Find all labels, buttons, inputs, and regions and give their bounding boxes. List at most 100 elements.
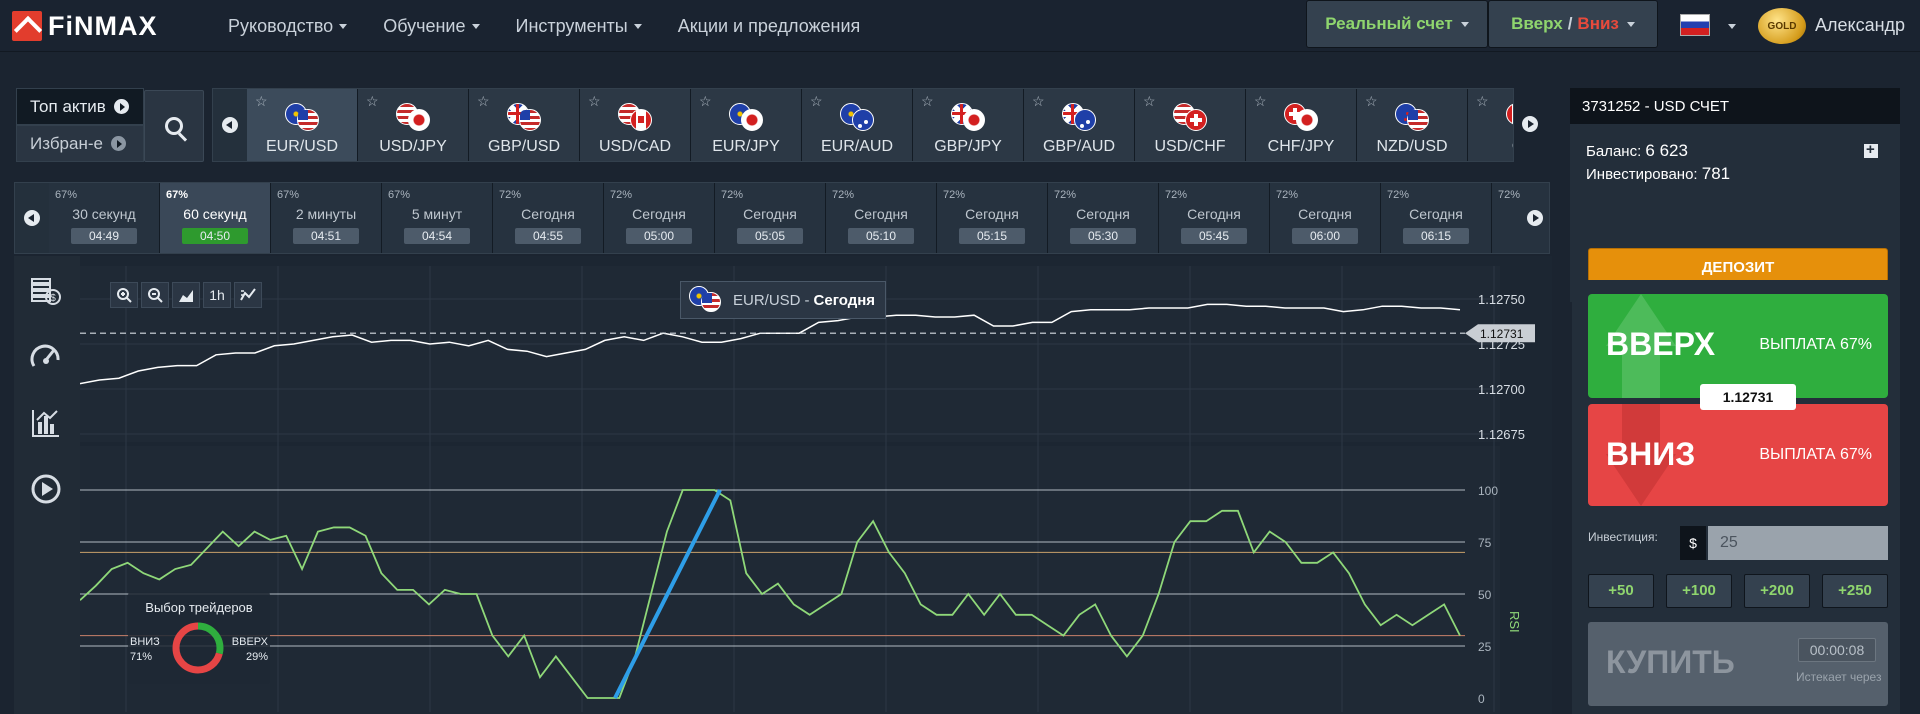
star-icon[interactable]: ☆	[588, 93, 601, 110]
star-icon[interactable]: ☆	[699, 93, 712, 110]
ca-flag-icon	[1506, 103, 1513, 125]
investment-input[interactable]	[1708, 526, 1888, 560]
chart-asset-flags	[689, 286, 727, 314]
star-icon[interactable]: ☆	[366, 93, 379, 110]
zoom-in-button[interactable]	[110, 282, 138, 308]
asset-flags	[618, 103, 658, 131]
quick-amount-button[interactable]: +200	[1744, 574, 1810, 608]
asset-tile[interactable]: ☆ CHF/JPY	[1246, 89, 1357, 161]
expiry-option[interactable]: 67% 60 секунд 04:50	[160, 183, 271, 253]
buy-button[interactable]: КУПИТЬ 00:00:08 Истекает через	[1588, 622, 1888, 706]
asset-tile[interactable]: ☆ CA	[1468, 89, 1513, 161]
asset-tile[interactable]: ☆ EUR/JPY	[691, 89, 802, 161]
asset-tile[interactable]: ☆ NZD/USD	[1357, 89, 1468, 161]
star-icon[interactable]: ☆	[1032, 93, 1045, 110]
asset-tile[interactable]: ☆ GBP/AUD	[1024, 89, 1135, 161]
asset-search-button[interactable]	[144, 90, 204, 162]
star-icon[interactable]: ☆	[477, 93, 490, 110]
quick-amount-button[interactable]: +250	[1822, 574, 1888, 608]
trade-panel: ВВЕРХ ВЫПЛАТА 67% ВНИЗ ВЫПЛАТА 67% 1.127…	[1572, 280, 1900, 714]
asset-label: GBP/AUD	[1042, 138, 1115, 155]
coins-icon[interactable]: $	[29, 274, 63, 308]
scroll-right-icon[interactable]	[1522, 116, 1538, 132]
asset-tile[interactable]: ☆ GBP/USD	[469, 89, 580, 161]
user-name[interactable]: Александр	[1815, 15, 1905, 36]
expiry-payout: 72%	[610, 189, 633, 201]
tab-favorites[interactable]: Избран-е	[16, 125, 144, 162]
tab-top-asset[interactable]: Топ актив	[16, 88, 144, 125]
expiry-option[interactable]: 72% Сегодня 06:15	[1381, 183, 1492, 253]
traders-up-pct: 29%	[245, 651, 268, 663]
au-flag-icon	[1074, 109, 1096, 131]
scroll-right-icon[interactable]	[1527, 210, 1543, 226]
expiry-option[interactable]: 72% Сегодня 06:00	[1270, 183, 1381, 253]
asset-flags	[840, 103, 880, 131]
expiry-option[interactable]: 67% 30 секунд 04:49	[49, 183, 160, 253]
asset-tile[interactable]: ☆ USD/CAD	[580, 89, 691, 161]
nav-item-0[interactable]: Руководство	[228, 16, 348, 37]
asset-tile[interactable]: ☆ USD/CHF	[1135, 89, 1246, 161]
asset-tile[interactable]: ☆ USD/JPY	[358, 89, 469, 161]
expiry-option[interactable]: 72% Сегодня 04:55	[493, 183, 604, 253]
expiry-option[interactable]: 67% 5 минут 04:54	[382, 183, 493, 253]
zoom-out-button[interactable]	[141, 282, 169, 308]
nav-item-label: Акции и предложения	[677, 15, 861, 36]
star-icon[interactable]: ☆	[921, 93, 934, 110]
nav-item-3[interactable]: Акции и предложения	[678, 16, 861, 37]
asset-list: ☆ EUR/USD ☆ USD/JPY ☆ GBP/USD ☆ USD/CAD ☆ EUR/JPY…	[247, 89, 1513, 161]
nav-item-2[interactable]: Инструменты	[516, 16, 642, 37]
expiry-option[interactable]: 72% Сегодня 05:05	[715, 183, 826, 253]
star-icon[interactable]: ☆	[255, 93, 268, 110]
timeframe-button[interactable]: 1h	[203, 282, 231, 308]
expiry-option[interactable]: 72% Сегодня 05:10	[826, 183, 937, 253]
play-circle-icon[interactable]	[29, 472, 63, 506]
area-chart-button[interactable]	[172, 282, 200, 308]
expiry-option[interactable]: 72% Сегодня 05:15	[937, 183, 1048, 253]
expiry-option[interactable]: 72% Сегодня 05:30	[1048, 183, 1159, 253]
trade-mode-dropdown[interactable]: Вверх / Вниз	[1488, 0, 1658, 48]
nav-item-1[interactable]: Обучение	[383, 16, 480, 37]
rsi-axis-label: RSI	[1507, 611, 1522, 633]
expiry-option[interactable]: 67% 2 минуты 04:51	[271, 183, 382, 253]
invested-label: Инвестировано:	[1586, 166, 1698, 183]
put-down-payout: ВЫПЛАТА 67%	[1759, 446, 1872, 463]
star-icon[interactable]: ☆	[1476, 93, 1489, 110]
gauge-icon[interactable]	[29, 340, 63, 374]
price-chart[interactable]: 1.12750 1.12725 1.12700 1.12675 1.12731 100 75…	[80, 256, 1552, 714]
indicator-button[interactable]	[234, 282, 262, 308]
play-icon	[110, 136, 126, 151]
star-icon[interactable]: ☆	[1143, 93, 1156, 110]
finmax-logo[interactable]: FiNMAX	[12, 11, 158, 41]
asset-tile[interactable]: ☆ GBP/JPY	[913, 89, 1024, 161]
price-tick-label: 1.12675	[1478, 427, 1525, 442]
star-icon[interactable]: ☆	[1365, 93, 1378, 110]
expiry-time: 05:05	[737, 228, 803, 244]
quick-amount-button[interactable]: +50	[1588, 574, 1654, 608]
expiry-option[interactable]: 72% Сегодня 05:45	[1159, 183, 1270, 253]
plus-icon[interactable]	[1864, 141, 1878, 158]
call-up-label: ВВЕРХ	[1606, 326, 1716, 362]
gold-status-badge: GOLD	[1758, 8, 1806, 44]
us-flag-icon	[519, 109, 541, 131]
put-down-button[interactable]: ВНИЗ ВЫПЛАТА 67%	[1588, 404, 1888, 506]
expiry-name: 5 минут	[411, 206, 463, 222]
expiry-name: Сегодня	[854, 206, 908, 222]
chevron-down-icon[interactable]	[1728, 24, 1736, 29]
bar-chart-icon[interactable]	[29, 406, 63, 440]
star-icon[interactable]: ☆	[810, 93, 823, 110]
expiry-carousel: 67% 30 секунд 04:49 67% 60 секунд 04:50 67% 2 м…	[14, 182, 1550, 254]
call-up-button[interactable]: ВВЕРХ ВЫПЛАТА 67%	[1588, 294, 1888, 398]
expiry-name: Сегодня	[965, 206, 1019, 222]
chart-canvas[interactable]: 1.127501.127251.127001.126751.1273110075…	[80, 256, 1552, 714]
scroll-left-icon[interactable]	[24, 210, 40, 226]
asset-tile[interactable]: ☆ EUR/USD	[247, 89, 358, 161]
ru-flag-icon[interactable]	[1680, 14, 1710, 36]
star-icon[interactable]: ☆	[1254, 93, 1267, 110]
expiry-option[interactable]: 72% Сегодня 05:00	[604, 183, 715, 253]
scroll-left-icon[interactable]	[222, 117, 238, 133]
asset-tile[interactable]: ☆ EUR/AUD	[802, 89, 913, 161]
ca-flag-icon	[630, 109, 652, 131]
quick-amount-button[interactable]: +100	[1666, 574, 1732, 608]
account-title: 3731252 - USD СЧЕТ	[1570, 88, 1900, 124]
account-mode-dropdown[interactable]: Реальный счет	[1306, 0, 1488, 48]
